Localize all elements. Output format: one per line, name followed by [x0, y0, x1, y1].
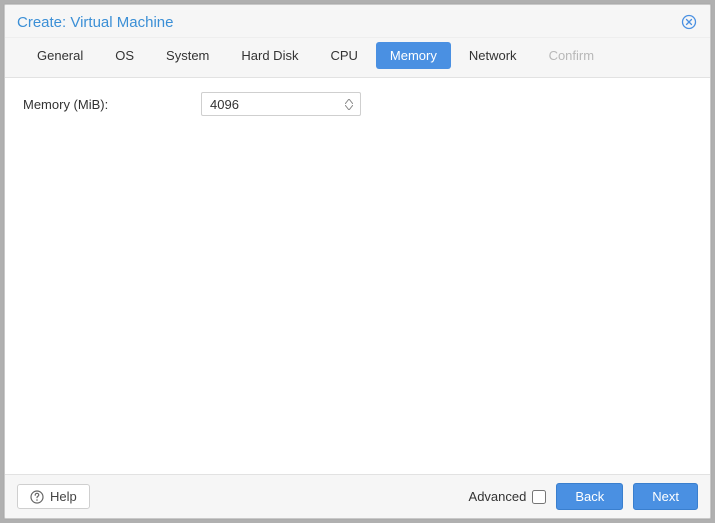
spinner-arrows[interactable]	[342, 93, 356, 115]
advanced-toggle[interactable]: Advanced	[469, 489, 547, 504]
help-button[interactable]: Help	[17, 484, 90, 509]
close-button[interactable]	[680, 13, 698, 31]
chevron-up-icon	[345, 99, 353, 104]
chevron-down-icon	[345, 105, 353, 110]
dialog-create-vm: Create: Virtual Machine General OS Syste…	[4, 4, 711, 519]
tab-bar: General OS System Hard Disk CPU Memory N…	[5, 38, 710, 78]
tab-system[interactable]: System	[152, 42, 223, 69]
next-button[interactable]: Next	[633, 483, 698, 510]
tab-general[interactable]: General	[23, 42, 97, 69]
memory-input[interactable]	[210, 97, 338, 112]
dialog-body: Memory (MiB):	[5, 78, 710, 474]
tab-os[interactable]: OS	[101, 42, 148, 69]
tab-network[interactable]: Network	[455, 42, 531, 69]
help-label: Help	[50, 489, 77, 504]
tab-confirm: Confirm	[535, 42, 609, 69]
memory-label: Memory (MiB):	[23, 97, 193, 112]
dialog-footer: Help Advanced Back Next	[5, 474, 710, 518]
help-icon	[30, 490, 44, 504]
advanced-checkbox[interactable]	[532, 490, 546, 504]
memory-row: Memory (MiB):	[23, 92, 692, 116]
dialog-title: Create: Virtual Machine	[17, 14, 173, 31]
dialog-header: Create: Virtual Machine	[5, 5, 710, 38]
footer-right: Advanced Back Next	[469, 483, 698, 510]
tab-cpu[interactable]: CPU	[316, 42, 371, 69]
back-button[interactable]: Back	[556, 483, 623, 510]
tab-hard-disk[interactable]: Hard Disk	[227, 42, 312, 69]
memory-spinner[interactable]	[201, 92, 361, 116]
close-icon	[681, 14, 697, 30]
tab-memory[interactable]: Memory	[376, 42, 451, 69]
advanced-label: Advanced	[469, 489, 527, 504]
